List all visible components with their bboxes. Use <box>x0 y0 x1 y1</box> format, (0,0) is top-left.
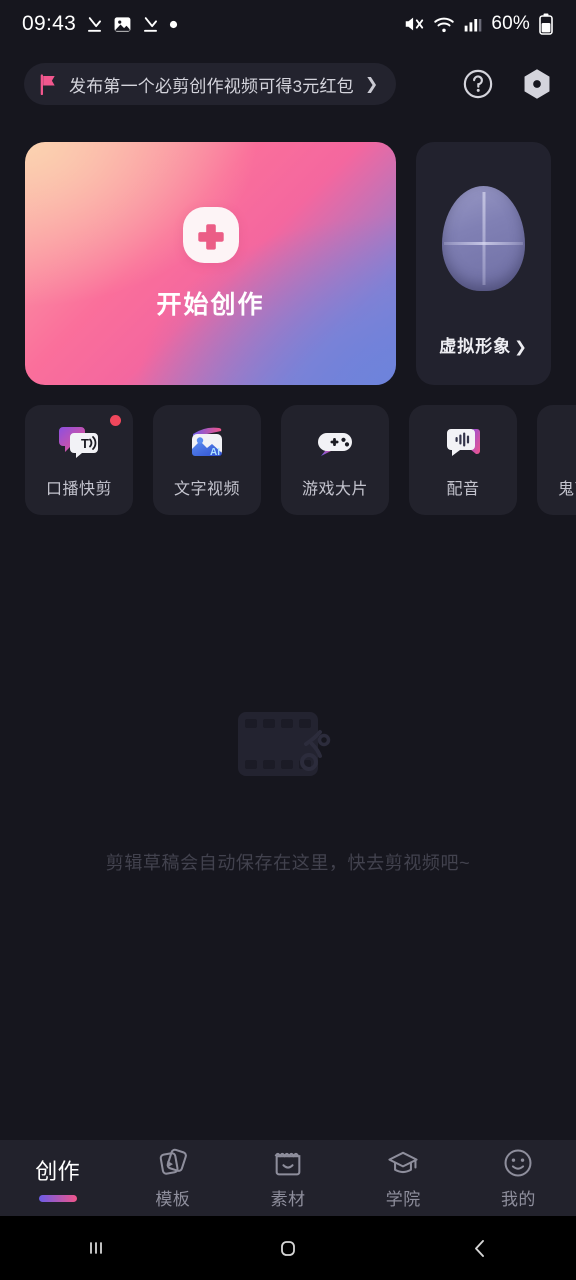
nav-label: 模板 <box>155 1190 191 1209</box>
nav-label: 学院 <box>385 1190 421 1209</box>
android-system-nav <box>0 1216 576 1280</box>
film-strip-scissors-icon <box>232 700 344 797</box>
virtual-avatar-card[interactable]: 虚拟形象 ❯ <box>416 142 551 385</box>
battery-percent: 60% <box>491 13 530 34</box>
virtual-avatar-label: 虚拟形象 ❯ <box>416 332 551 357</box>
help-circle-icon[interactable] <box>462 68 494 100</box>
drafts-empty-text: 剪辑草稿会自动保存在这里，快去剪视频吧~ <box>105 853 471 873</box>
tool-item-text-video[interactable]: AI 文字视频 <box>153 405 261 515</box>
app-screen: 09:43 60% 发布第一个必剪创作视频可得3元红包 ❯ 开始创作 虚拟形象 … <box>0 0 576 1280</box>
virtual-avatar-face-icon <box>442 186 525 291</box>
chevron-right-icon: ❯ <box>364 76 379 93</box>
status-bar-right: 60% <box>403 13 554 35</box>
nav-label: 素材 <box>270 1190 306 1209</box>
promo-banner-text: 发布第一个必剪创作视频可得3元红包 <box>69 76 354 96</box>
bottom-navigation: 创作 模板 素材 学院 我的 <box>0 1140 576 1216</box>
signal-icon <box>463 14 483 34</box>
nav-label: 创作 <box>35 1159 80 1184</box>
tool-item-game[interactable]: 游戏大片 <box>281 405 389 515</box>
nav-label: 我的 <box>501 1190 536 1209</box>
settings-hexagon-icon[interactable] <box>520 67 554 101</box>
tool-label: 游戏大片 <box>301 481 368 498</box>
download-icon <box>85 15 104 34</box>
status-time: 09:43 <box>22 12 77 35</box>
status-bar: 09:43 60% <box>0 0 576 48</box>
virtual-avatar-text: 虚拟形象 <box>439 337 512 356</box>
tool-label: 配音 <box>446 481 480 498</box>
voice-bubble-icon <box>440 421 486 463</box>
nav-item-mine[interactable]: 我的 <box>461 1140 576 1216</box>
home-icon[interactable] <box>192 1233 384 1263</box>
status-bar-left: 09:43 <box>22 12 178 36</box>
drafts-empty-state: 剪辑草稿会自动保存在这里，快去剪视频吧~ <box>0 700 576 875</box>
template-cards-icon <box>156 1146 190 1180</box>
nav-item-create[interactable]: 创作 <box>0 1140 115 1216</box>
download-icon <box>141 15 160 34</box>
chevron-right-icon: ❯ <box>514 339 528 356</box>
graduation-cap-icon <box>386 1146 420 1180</box>
tool-item-dubbing[interactable]: 配音 <box>409 405 517 515</box>
promo-banner[interactable]: 发布第一个必剪创作视频可得3元红包 ❯ <box>24 63 396 105</box>
tool-label: 文字视频 <box>173 481 240 498</box>
tool-label: 鬼畜工具 <box>557 481 576 498</box>
nav-item-academy[interactable]: 学院 <box>346 1140 461 1216</box>
image-icon <box>113 15 132 34</box>
tool-label: 口播快剪 <box>45 481 112 498</box>
recents-icon[interactable] <box>0 1233 192 1263</box>
dot-icon <box>169 20 178 29</box>
smiley-face-icon <box>501 1146 535 1180</box>
mute-icon <box>403 13 425 35</box>
svg-text:T: T <box>81 436 89 451</box>
funny-face-icon <box>568 421 576 463</box>
start-creating-card[interactable]: 开始创作 <box>25 142 396 385</box>
gamepad-icon <box>312 421 358 463</box>
speech-bubble-text-icon: T <box>56 421 102 463</box>
active-tab-indicator <box>38 1195 77 1202</box>
start-creating-label: 开始创作 <box>156 290 265 319</box>
tools-row: T 口播快剪 AI 文字视频 游戏大片 配音 鬼 <box>0 405 576 515</box>
new-badge-dot <box>110 415 121 426</box>
wifi-icon <box>433 13 455 35</box>
store-icon <box>271 1146 305 1180</box>
flag-icon <box>39 73 58 95</box>
header-actions <box>462 67 554 101</box>
nav-item-template[interactable]: 模板 <box>115 1140 230 1216</box>
plus-icon <box>182 206 239 263</box>
svg-text:AI: AI <box>210 447 220 458</box>
tool-item-koubo[interactable]: T 口播快剪 <box>25 405 133 515</box>
back-icon[interactable] <box>384 1233 576 1263</box>
ai-photo-icon: AI <box>184 421 230 463</box>
battery-icon <box>538 13 554 35</box>
tool-item-funny[interactable]: 鬼畜工具 <box>537 405 576 515</box>
top-cards-row: 开始创作 虚拟形象 ❯ <box>0 142 576 385</box>
nav-item-material[interactable]: 素材 <box>230 1140 345 1216</box>
app-header: 发布第一个必剪创作视频可得3元红包 ❯ <box>0 48 576 120</box>
